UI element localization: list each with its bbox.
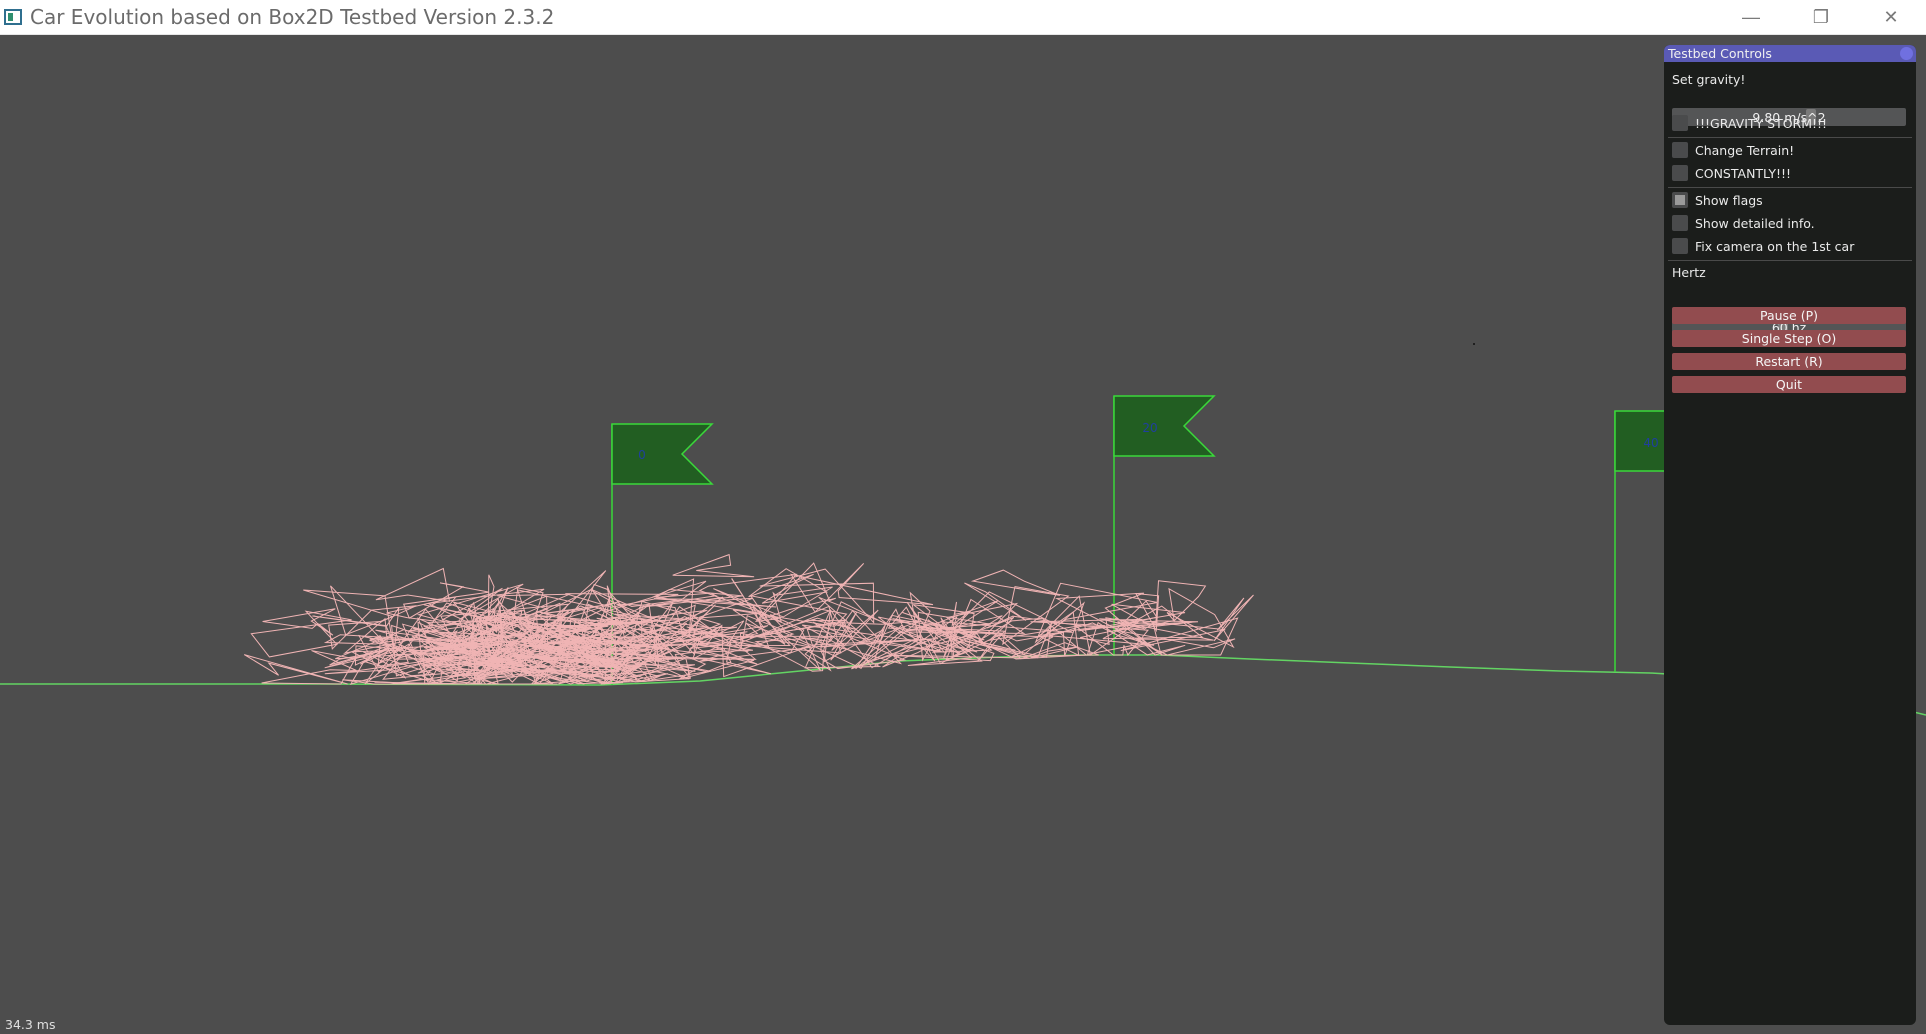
close-button[interactable]: ✕ [1856,0,1926,34]
gravity-storm-label: !!!GRAVITY STORM!!! [1695,115,1828,131]
restore-button[interactable]: ❐ [1786,0,1856,34]
flag-label-40: 40 [1643,436,1658,450]
show-flags-label: Show flags [1695,192,1763,208]
simulation-drawing: 0 20 40 [0,343,1926,716]
change-terrain-checkbox[interactable]: Change Terrain! [1672,141,1906,159]
car-wireframe [328,605,417,650]
constantly-label: CONSTANTLY!!! [1695,165,1792,181]
terrain-line [0,654,1926,716]
flag-label-0: 0 [638,448,646,462]
car-wireframe [250,610,352,658]
pause-button[interactable]: Pause (P) [1672,307,1906,324]
show-flags-box[interactable] [1672,192,1688,208]
simulation-canvas[interactable]: 0 20 40 [0,35,1926,1034]
constantly-box[interactable] [1672,165,1688,181]
car-wireframe [1114,629,1236,656]
panel-title: Testbed Controls [1668,46,1772,61]
car-wireframe [672,553,755,578]
gravity-storm-box[interactable] [1672,115,1688,131]
divider [1668,137,1912,138]
window-title: Car Evolution based on Box2D Testbed Ver… [30,5,555,29]
car-wireframe [1213,594,1254,642]
hertz-label: Hertz [1672,265,1706,280]
show-detailed-checkbox[interactable]: Show detailed info. [1672,214,1906,232]
app-icon [4,9,22,25]
flag-label-20: 20 [1142,421,1157,435]
divider [1668,187,1912,188]
show-flags-checkbox[interactable]: Show flags [1672,191,1906,209]
car-population [243,553,1254,686]
car-wireframe [790,563,934,613]
app-window: Car Evolution based on Box2D Testbed Ver… [0,0,1926,1034]
gravity-label: Set gravity! [1672,72,1746,87]
show-detailed-label: Show detailed info. [1695,215,1815,231]
title-bar[interactable]: Car Evolution based on Box2D Testbed Ver… [0,0,1926,35]
minimize-button[interactable]: — [1716,0,1786,34]
single-step-button[interactable]: Single Step (O) [1672,330,1906,347]
car-wireframe [1166,587,1235,649]
fix-camera-label: Fix camera on the 1st car [1695,238,1855,254]
constantly-checkbox[interactable]: CONSTANTLY!!! [1672,164,1906,182]
change-terrain-box[interactable] [1672,142,1688,158]
fix-camera-checkbox[interactable]: Fix camera on the 1st car [1672,237,1906,255]
quit-button[interactable]: Quit [1672,376,1906,393]
frame-time-readout: 34.3 ms [5,1017,56,1032]
show-detailed-box[interactable] [1672,215,1688,231]
divider [1668,260,1912,261]
fix-camera-box[interactable] [1672,238,1688,254]
change-terrain-label: Change Terrain! [1695,142,1795,158]
car-wireframe [243,654,348,685]
testbed-controls-panel[interactable]: Testbed Controls Set gravity! 9.80 m/s^2… [1664,45,1916,1025]
gravity-storm-checkbox[interactable]: !!!GRAVITY STORM!!! [1672,114,1906,132]
restart-button[interactable]: Restart (R) [1672,353,1906,370]
car-wireframe [375,567,451,602]
debris-dot [1473,343,1475,345]
collapse-button[interactable] [1900,47,1913,60]
window-controls: — ❐ ✕ [1716,0,1926,34]
car-wireframe [1155,580,1207,626]
panel-header[interactable]: Testbed Controls [1664,45,1916,62]
